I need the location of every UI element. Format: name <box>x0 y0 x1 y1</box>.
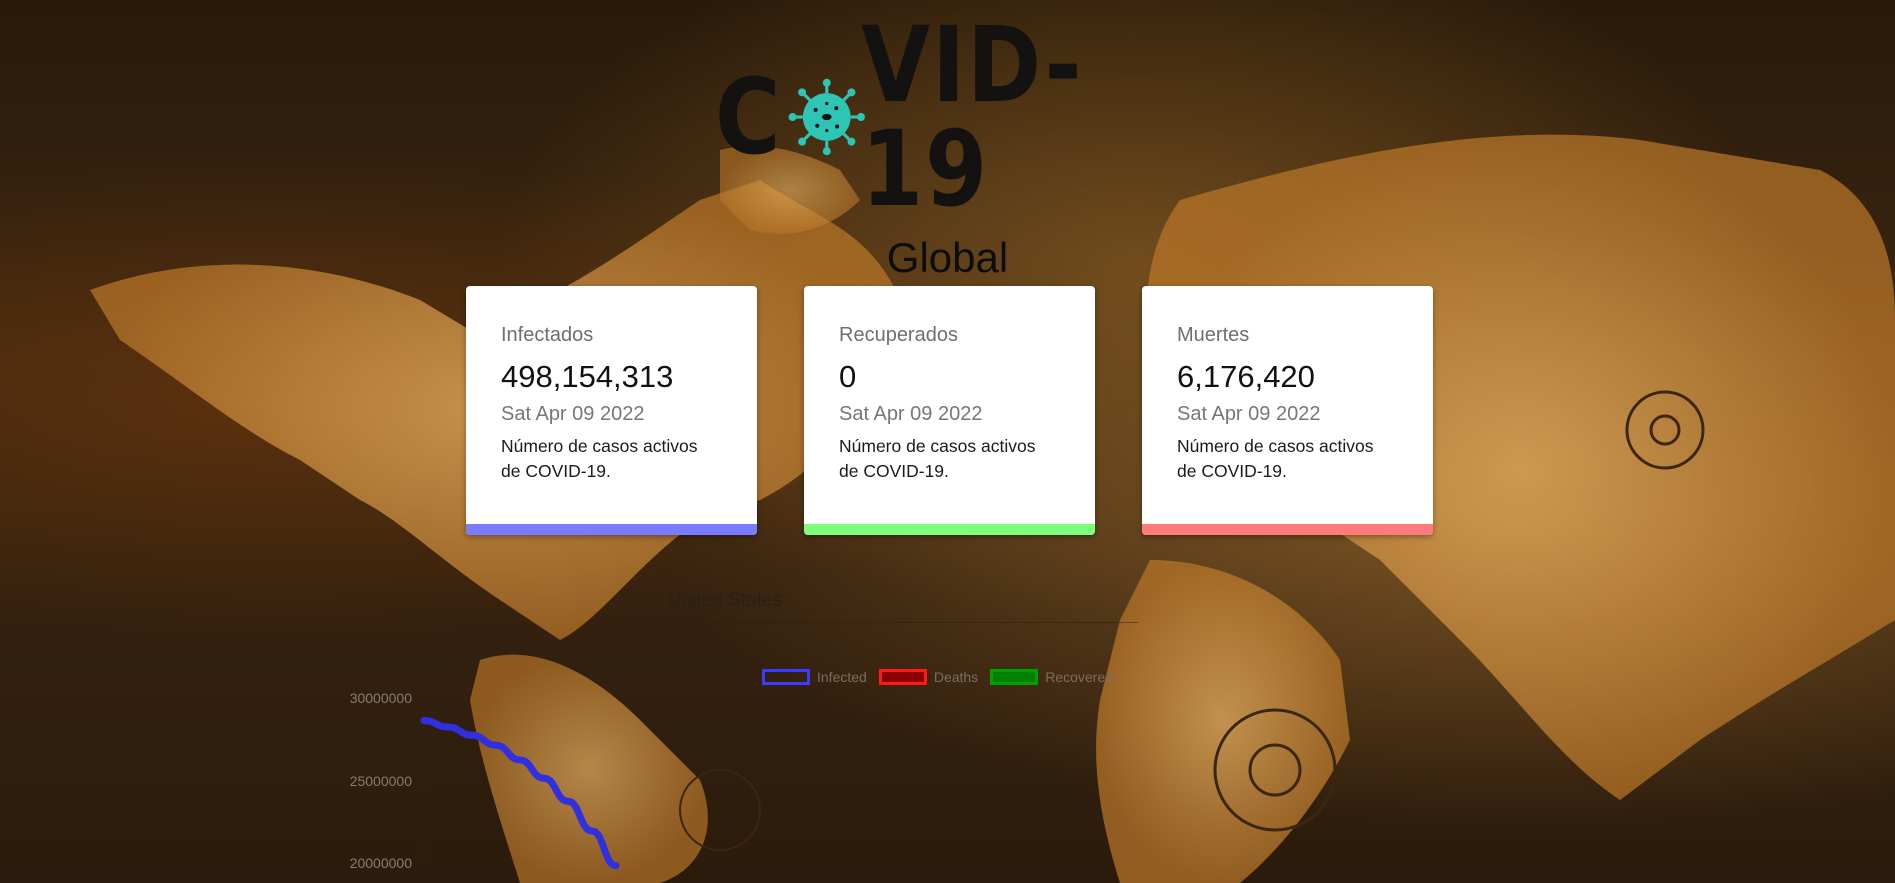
data-point[interactable] <box>565 798 571 805</box>
legend-item-recovered[interactable]: Recovered <box>990 669 1113 685</box>
data-point[interactable] <box>589 828 595 834</box>
line-chart <box>420 686 620 883</box>
legend-label: Deaths <box>933 669 979 685</box>
y-axis-tick: 25000000 <box>349 773 412 789</box>
legend-item-infected[interactable]: Infected <box>762 669 867 685</box>
series-line-infected <box>420 716 620 870</box>
data-point[interactable] <box>613 862 619 869</box>
data-point[interactable] <box>517 757 523 764</box>
data-point[interactable] <box>421 717 427 724</box>
legend-swatch <box>762 669 810 685</box>
y-axis-tick: 30000000 <box>349 690 412 706</box>
legend-swatch <box>990 669 1039 685</box>
data-point[interactable] <box>445 724 451 731</box>
data-point[interactable] <box>541 775 547 782</box>
data-point[interactable] <box>469 732 475 739</box>
legend-item-deaths[interactable]: Deaths <box>878 669 979 685</box>
chart-legend: Infected Deaths Recovered <box>762 669 1125 685</box>
y-axis-tick: 20000000 <box>349 855 412 871</box>
legend-swatch <box>878 669 927 685</box>
legend-label: Infected <box>817 669 867 685</box>
data-point[interactable] <box>493 742 499 749</box>
legend-label: Recovered <box>1045 669 1113 685</box>
